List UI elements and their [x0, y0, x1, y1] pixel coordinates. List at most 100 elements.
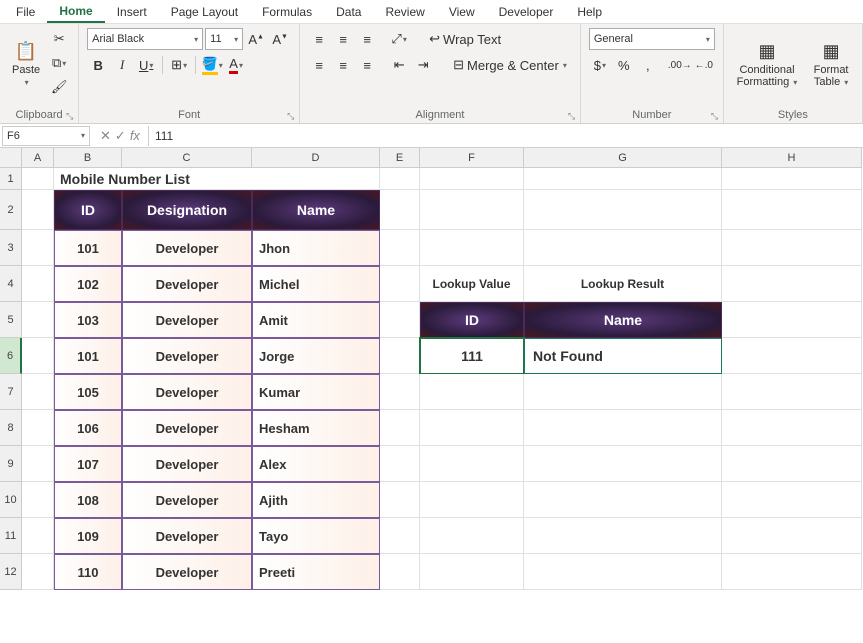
cell[interactable]	[524, 374, 722, 410]
data-name-cell[interactable]: Amit	[252, 302, 380, 338]
header-name[interactable]: Name	[252, 190, 380, 230]
cell[interactable]	[22, 168, 54, 190]
cell[interactable]	[380, 374, 420, 410]
align-right-button[interactable]: ≡	[356, 54, 378, 76]
cell[interactable]	[722, 446, 862, 482]
dialog-launcher-icon[interactable]: ⤡	[287, 111, 297, 121]
row-header[interactable]: 2	[0, 190, 22, 230]
data-name-cell[interactable]: Alex	[252, 446, 380, 482]
bold-button[interactable]: B	[87, 54, 109, 76]
italic-button[interactable]: I	[111, 54, 133, 76]
font-name-combo[interactable]: Arial Black▾	[87, 28, 203, 50]
cell[interactable]	[420, 190, 524, 230]
data-name-cell[interactable]: Tayo	[252, 518, 380, 554]
cell[interactable]	[524, 482, 722, 518]
header-id[interactable]: ID	[54, 190, 122, 230]
cell[interactable]	[420, 230, 524, 266]
fx-button[interactable]: fx	[130, 128, 140, 143]
row-header[interactable]: 3	[0, 230, 22, 266]
data-designation[interactable]: Developer	[122, 554, 252, 590]
borders-button[interactable]: ⊞▾	[168, 54, 190, 76]
cell[interactable]	[524, 554, 722, 590]
cell[interactable]	[380, 168, 420, 190]
data-name-cell[interactable]: Ajith	[252, 482, 380, 518]
data-id[interactable]: 105	[54, 374, 122, 410]
tab-file[interactable]: File	[4, 2, 47, 22]
col-header[interactable]: H	[722, 148, 862, 168]
data-name-cell[interactable]: Jorge	[252, 338, 380, 374]
cell[interactable]	[22, 554, 54, 590]
col-header[interactable]: B	[54, 148, 122, 168]
increase-decimal-button[interactable]: .00→	[669, 54, 691, 76]
cancel-formula-button[interactable]: ✕	[100, 128, 111, 144]
enter-formula-button[interactable]: ✓	[115, 128, 126, 144]
formula-bar[interactable]: 111	[148, 126, 863, 146]
cell[interactable]	[380, 230, 420, 266]
cell[interactable]	[420, 518, 524, 554]
align-middle-button[interactable]: ≡	[332, 28, 354, 50]
row-header[interactable]: 10	[0, 482, 22, 518]
cell[interactable]	[22, 302, 54, 338]
cell[interactable]	[380, 482, 420, 518]
cell[interactable]	[380, 338, 420, 374]
cell[interactable]	[722, 410, 862, 446]
underline-button[interactable]: U▾	[135, 54, 157, 76]
tab-help[interactable]: Help	[565, 2, 614, 22]
accounting-format-button[interactable]: $▾	[589, 54, 611, 76]
increase-indent-button[interactable]: ⇥	[412, 54, 434, 76]
comma-button[interactable]: ,	[637, 54, 659, 76]
cell[interactable]	[22, 266, 54, 302]
number-format-combo[interactable]: General▾	[589, 28, 715, 50]
cell[interactable]	[380, 446, 420, 482]
cell[interactable]	[22, 518, 54, 554]
row-header[interactable]: 11	[0, 518, 22, 554]
data-id[interactable]: 102	[54, 266, 122, 302]
row-header[interactable]: 1	[0, 168, 22, 190]
data-name-cell[interactable]: Hesham	[252, 410, 380, 446]
col-header[interactable]: A	[22, 148, 54, 168]
data-id[interactable]: 101	[54, 338, 122, 374]
row-header[interactable]: 12	[0, 554, 22, 590]
data-id[interactable]: 103	[54, 302, 122, 338]
lookup-id-header[interactable]: ID	[420, 302, 524, 338]
cell[interactable]	[420, 374, 524, 410]
cell[interactable]	[380, 554, 420, 590]
data-designation[interactable]: Developer	[122, 266, 252, 302]
cell[interactable]	[380, 266, 420, 302]
data-designation[interactable]: Developer	[122, 518, 252, 554]
col-header[interactable]: D	[252, 148, 380, 168]
merge-center-button[interactable]: ⊟Merge & Center▾	[448, 54, 572, 76]
col-header[interactable]: E	[380, 148, 420, 168]
cell[interactable]	[380, 410, 420, 446]
cell[interactable]	[420, 482, 524, 518]
cell[interactable]	[22, 230, 54, 266]
cell[interactable]	[380, 190, 420, 230]
data-id[interactable]: 101	[54, 230, 122, 266]
copy-button[interactable]: ⧉▾	[48, 52, 70, 74]
data-designation[interactable]: Developer	[122, 302, 252, 338]
data-name-cell[interactable]: Jhon	[252, 230, 380, 266]
cell[interactable]	[420, 554, 524, 590]
col-header[interactable]: C	[122, 148, 252, 168]
lookup-result-cell[interactable]: Not Found	[524, 338, 722, 374]
name-box[interactable]: F6▾	[2, 126, 90, 146]
header-designation[interactable]: Designation	[122, 190, 252, 230]
align-center-button[interactable]: ≡	[332, 54, 354, 76]
data-name-cell[interactable]: Michel	[252, 266, 380, 302]
font-color-button[interactable]: A▾	[225, 54, 247, 76]
format-table-button[interactable]: ▦ Format Table ▾	[808, 38, 854, 90]
row-header[interactable]: 5	[0, 302, 22, 338]
data-id[interactable]: 106	[54, 410, 122, 446]
cell[interactable]	[22, 410, 54, 446]
tab-data[interactable]: Data	[324, 2, 373, 22]
data-name-cell[interactable]: Kumar	[252, 374, 380, 410]
align-top-button[interactable]: ≡	[308, 28, 330, 50]
tab-review[interactable]: Review	[373, 2, 436, 22]
cell[interactable]	[722, 230, 862, 266]
cell[interactable]	[380, 302, 420, 338]
cell[interactable]	[722, 482, 862, 518]
cell[interactable]	[420, 168, 524, 190]
tab-formulas[interactable]: Formulas	[250, 2, 324, 22]
title-cell[interactable]: Mobile Number List	[54, 168, 380, 190]
cell[interactable]	[524, 518, 722, 554]
